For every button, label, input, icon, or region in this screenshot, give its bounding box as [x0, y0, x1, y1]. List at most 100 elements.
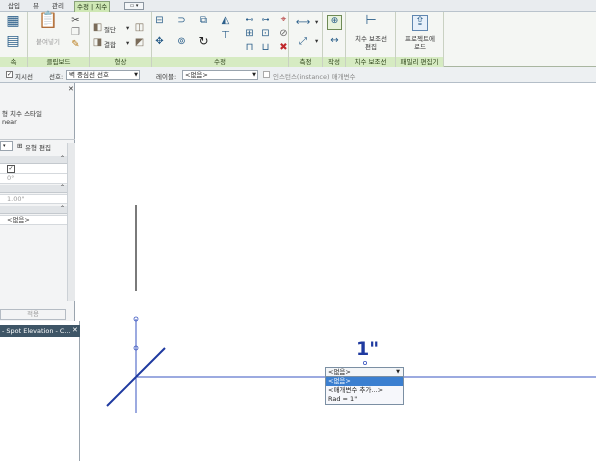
align-icon[interactable]: ⊟ [154, 15, 165, 26]
cut-geometry-icon[interactable]: ◨ [92, 37, 103, 48]
panel-partial-left: ▦ ▤ 속 [0, 12, 28, 67]
property-row-label[interactable]: <없음> [0, 215, 67, 225]
paste-icon[interactable]: 📋 [38, 12, 58, 34]
type-name-line-2: near [2, 118, 17, 126]
mirror-axis-icon[interactable]: ⧉ [198, 15, 209, 26]
prefer-label: 선호: [49, 73, 64, 81]
chevron-down-icon: ▼ [396, 369, 400, 375]
array-icon[interactable]: ⊞ [244, 28, 255, 39]
ribbon: ▦ ▤ 속 📋 붙여넣기 ✂ ❐ ✎ 클립보드 ◧ ◨ 절단 ▾ 결합 ▾ ◫ … [0, 12, 596, 67]
tab-modify-dimensions[interactable]: 수정 | 치수 [74, 1, 111, 12]
dimension-value-text[interactable]: 1" [356, 338, 379, 360]
properties-palette: ✕ 형 치수 스타일 near ▾ ⊞ 유형 편집 ⌃ ✓ 0° ⌃ 1.00"… [0, 83, 75, 321]
move-icon[interactable]: ✥ [154, 36, 165, 47]
project-browser: - Spot Elevation - C... ✕ [0, 321, 80, 461]
panel-modify: ⊟ ⊃ ⧉ ◭ ⊷ ⊶ ⌖ ✥ ⊚ ↻ ⊤ ⊞ ⊡ ⊘ ⊓ ⊔ ✖ 수정 [152, 12, 289, 67]
instance-filter-select[interactable]: ▾ [0, 141, 13, 151]
unpin-icon[interactable]: ⊘ [278, 28, 289, 39]
property-row-scale[interactable]: 1.00" [0, 194, 67, 204]
label-select[interactable]: <없음> ▼ [182, 70, 258, 80]
pin-icon[interactable]: ⌖ [278, 14, 289, 25]
edit-witness-lines-label-2[interactable]: 편집 [346, 43, 396, 51]
prefer-value: 벽 중심선 선호 [69, 71, 110, 79]
trim-extend-icon[interactable]: ⊤ [220, 30, 231, 41]
paint-icon[interactable]: ◩ [134, 37, 145, 48]
modify-select-icon[interactable]: ▦ [4, 14, 22, 32]
project-browser-title: - Spot Elevation - C... [0, 325, 80, 337]
aligned-dimension-icon[interactable]: ⤢ [292, 36, 314, 47]
label-label: 레이블: [156, 73, 177, 81]
offset-icon[interactable]: ⊃ [176, 15, 187, 26]
ribbon-tab-strip: 삽입 뷰 관리 수정 | 치수 ▭ ▾ [0, 0, 596, 12]
edit-witness-lines-label-1[interactable]: 치수 보조선 [346, 35, 396, 43]
panel-geometry: ◧ ◨ 절단 ▾ 결합 ▾ ◫ ◩ 형상 [90, 12, 152, 67]
dropdown-item-rad[interactable]: Rad = 1" [326, 395, 403, 404]
instance-parameter-checkbox[interactable] [263, 71, 270, 78]
text-grip[interactable] [362, 360, 367, 365]
panel-label-partial: 속 [0, 57, 27, 67]
load-into-project-icon[interactable]: ⇪ [412, 15, 428, 31]
tab-options-dropdown[interactable]: ▭ ▾ [124, 2, 144, 10]
prefer-select[interactable]: 벽 중심선 선호 ▼ [66, 70, 140, 80]
split-gap-icon[interactable]: ⊶ [260, 14, 271, 25]
trim-multiple-icon[interactable]: ⊔ [260, 42, 271, 53]
property-row-checkbox[interactable]: ✓ [0, 164, 67, 174]
measure-between-icon[interactable]: ⟷ [292, 17, 314, 28]
edit-witness-lines-icon[interactable]: ⊢ [363, 14, 379, 31]
panel-label-create: 작성 [323, 57, 345, 67]
copy-icon[interactable]: ❐ [70, 27, 81, 38]
load-into-project-label-2[interactable]: 로드 [396, 43, 444, 51]
panel-label-geometry: 형상 [90, 57, 151, 67]
rotate-icon[interactable]: ↻ [198, 35, 209, 47]
cut-geometry-label[interactable]: 절단 [104, 24, 116, 34]
property-row-angle[interactable]: 0° [0, 174, 67, 184]
group-header-identity[interactable]: ⌃ [0, 205, 67, 214]
join-geometry-label[interactable]: 결합 [104, 39, 116, 49]
panel-label-modify: 수정 [152, 57, 288, 67]
mirror-line-icon[interactable]: ◭ [220, 15, 231, 26]
options-bar: ✓ 지시선 선호: 벽 중심선 선호 ▼ 레이블: <없음> ▼ 인스턴스(in… [0, 67, 596, 83]
label-value: <없음> [185, 71, 208, 79]
copy-element-icon[interactable]: ⊚ [176, 36, 187, 47]
panel-measure: ⟷ ▾ ⤢ ▾ 측정 [289, 12, 323, 67]
leader-checkbox[interactable]: ✓ [6, 71, 13, 78]
load-into-project-label-1[interactable]: 프로젝트에 [396, 35, 444, 43]
properties-icon[interactable]: ▤ [4, 34, 22, 52]
scale-icon[interactable]: ⊡ [260, 28, 271, 39]
paste-label: 붙여넣기 [36, 38, 60, 46]
panel-witness-lines: ⊢ 치수 보조선 편집 치수 보조선 [346, 12, 396, 67]
leader-label: 지시선 [15, 73, 33, 81]
label-dropdown-list: <없음> <매개변수 추가...> Rad = 1" [325, 377, 404, 405]
close-icon[interactable]: ✕ [68, 85, 74, 93]
panel-label-witness: 치수 보조선 [346, 57, 395, 67]
dimension-icon[interactable]: ↔ [327, 35, 342, 49]
label-dropdown[interactable]: <없음> ▼ <없음> <매개변수 추가...> Rad = 1" [325, 367, 404, 405]
delete-icon[interactable]: ✖ [278, 42, 289, 53]
edit-type-icon[interactable]: ⊞ [17, 142, 22, 150]
match-properties-icon[interactable]: ✎ [70, 39, 81, 50]
panel-label-family: 패밀리 편집기 [396, 57, 443, 67]
chevron-down-icon: ▼ [134, 72, 138, 78]
dropdown-item-add-parameter[interactable]: <매개변수 추가...> [326, 386, 403, 395]
type-name-line-1: 형 치수 스타일 [2, 110, 43, 118]
close-icon[interactable]: ✕ [72, 326, 78, 334]
split-face-icon[interactable]: ◫ [134, 22, 145, 33]
divider [0, 139, 75, 140]
panel-label-measure: 측정 [289, 57, 322, 67]
edit-type-button[interactable]: 유형 편집 [25, 142, 51, 152]
group-header-other[interactable]: ⌃ [0, 184, 67, 193]
dropdown-item-none[interactable]: <없음> [326, 377, 403, 386]
apply-button[interactable]: 적용 [0, 309, 66, 320]
tab-insert[interactable]: 삽입 [6, 1, 22, 12]
split-icon[interactable]: ⊷ [244, 14, 255, 25]
chevron-down-icon: ▼ [252, 72, 256, 78]
create-similar-icon[interactable]: ⊕ [327, 15, 342, 30]
cut-icon[interactable]: ✂ [70, 15, 81, 26]
trim-single-icon[interactable]: ⊓ [244, 42, 255, 53]
cope-icon[interactable]: ◧ [92, 22, 103, 33]
panel-create: ⊕ ↔ 작성 [323, 12, 346, 67]
panel-family-editor: ⇪ 프로젝트에 로드 패밀리 편집기 [396, 12, 444, 67]
group-header-graphics[interactable]: ⌃ [0, 155, 67, 164]
label-dropdown-header[interactable]: <없음> ▼ [325, 367, 404, 377]
properties-scrollbar[interactable] [67, 143, 75, 301]
